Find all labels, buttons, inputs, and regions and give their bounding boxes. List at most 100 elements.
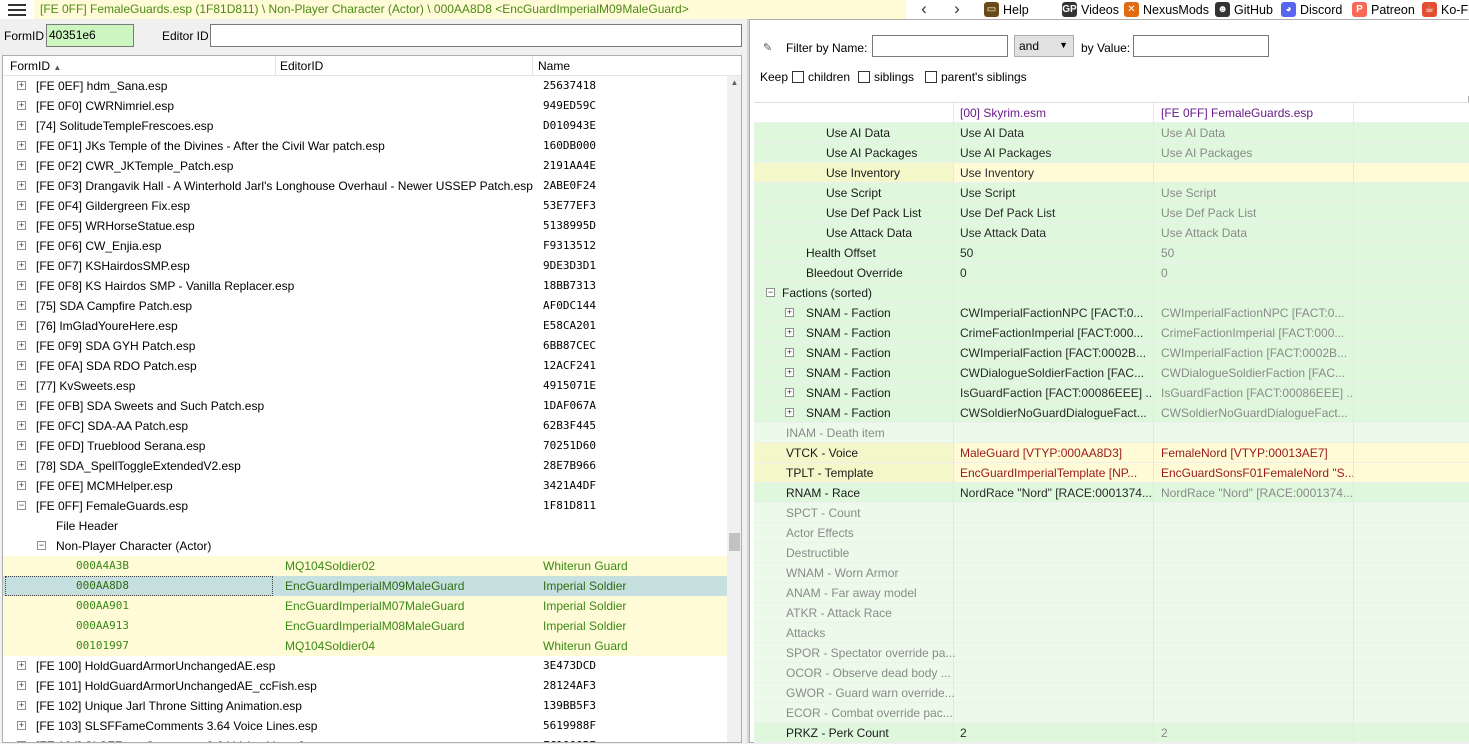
grid-row[interactable]: − Factions (sorted) (754, 283, 1469, 303)
expand-icon[interactable]: + (17, 721, 26, 730)
expand-icon[interactable]: + (17, 81, 26, 90)
value-femaleguards[interactable]: CWDialogueSoldierFaction [FAC... (1154, 363, 1354, 383)
help-link[interactable]: ▭ Help (984, 0, 1029, 19)
value-skyrim[interactable] (954, 683, 1154, 703)
tree-row[interactable]: + [FE 0FB] SDA Sweets and Such Patch.esp 1… (3, 396, 727, 416)
value-skyrim[interactable]: Use Def Pack List (954, 203, 1154, 223)
expand-icon[interactable]: + (17, 401, 26, 410)
value-skyrim[interactable] (954, 703, 1154, 723)
expand-icon[interactable]: + (17, 161, 26, 170)
expand-icon[interactable]: + (17, 341, 26, 350)
scroll-up-icon[interactable]: ▲ (727, 78, 741, 87)
expand-icon[interactable]: + (17, 141, 26, 150)
value-femaleguards[interactable]: Use AI Data (1154, 123, 1354, 143)
value-skyrim[interactable]: CrimeFactionImperial [FACT:000... (954, 323, 1154, 343)
menu-icon[interactable] (6, 2, 28, 17)
value-skyrim[interactable]: IsGuardFaction [FACT:00086EEE] ... (954, 383, 1154, 403)
videos-link[interactable]: GP Videos (1062, 0, 1119, 19)
expand-icon[interactable]: + (17, 221, 26, 230)
and-or-select[interactable]: and ▼ (1014, 35, 1074, 57)
value-femaleguards[interactable]: Use Def Pack List (1154, 203, 1354, 223)
value-skyrim[interactable]: 50 (954, 243, 1154, 263)
expand-icon[interactable]: + (17, 201, 26, 210)
tree-row[interactable]: + [78] SDA_SpellToggleExtendedV2.esp 28E7B… (3, 456, 727, 476)
expand-icon[interactable]: + (785, 308, 794, 317)
tree-row[interactable]: + [FE 0F3] Drangavik Hall - A Winterhold … (3, 176, 727, 196)
grid-row[interactable]: Use Inventory Use Inventory (754, 163, 1469, 183)
value-femaleguards[interactable]: CWSoldierNoGuardDialogueFact... (1154, 403, 1354, 423)
siblings-checkbox[interactable]: siblings (858, 70, 914, 84)
value-femaleguards[interactable]: Use Script (1154, 183, 1354, 203)
tree-row[interactable]: + [FE 0F1] JKs Temple of the Divines - Af… (3, 136, 727, 156)
value-skyrim[interactable]: Use Attack Data (954, 223, 1154, 243)
tree-row[interactable]: + [FE 0F4] Gildergreen Fix.esp 53E77EF3 (3, 196, 727, 216)
expand-icon[interactable]: + (17, 281, 26, 290)
value-skyrim[interactable]: MaleGuard [VTYP:000AA8D3] (954, 443, 1154, 463)
expand-icon[interactable]: + (785, 328, 794, 337)
expand-icon[interactable]: + (785, 388, 794, 397)
tree-row[interactable]: + [75] SDA Campfire Patch.esp AF0DC144 (3, 296, 727, 316)
value-skyrim[interactable]: NordRace "Nord" [RACE:0001374... (954, 483, 1154, 503)
value-skyrim[interactable]: CWImperialFactionNPC [FACT:0... (954, 303, 1154, 323)
tree-row[interactable]: − [FE 0FF] FemaleGuards.esp 1F81D811 (3, 496, 727, 516)
value-skyrim[interactable] (954, 283, 1154, 303)
grid-header-skyrim[interactable]: [00] Skyrim.esm (954, 103, 1154, 123)
value-femaleguards[interactable] (1154, 423, 1354, 443)
tree-row[interactable]: + [FE 0F6] CW_Enjia.esp F9313512 (3, 236, 727, 256)
value-skyrim[interactable]: 2 (954, 723, 1154, 743)
grid-row[interactable]: Destructible (754, 543, 1469, 563)
formid-input[interactable]: 40351e6 (46, 24, 134, 47)
grid-row[interactable]: ANAM - Far away model (754, 583, 1469, 603)
value-femaleguards[interactable]: CWImperialFaction [FACT:0002B... (1154, 343, 1354, 363)
pin-icon[interactable]: ✎ (763, 41, 772, 54)
value-skyrim[interactable] (954, 543, 1154, 563)
tree-row[interactable]: + [FE 0F8] KS Hairdos SMP - Vanilla Repla… (3, 276, 727, 296)
tree-row[interactable]: + [FE 0FD] Trueblood Serana.esp 70251D60 (3, 436, 727, 456)
value-skyrim[interactable] (954, 643, 1154, 663)
children-checkbox[interactable]: children (792, 70, 850, 84)
expand-icon[interactable]: + (17, 461, 26, 470)
grid-row[interactable]: ATKR - Attack Race (754, 603, 1469, 623)
tree-row[interactable]: + [FE 0EF] hdm_Sana.esp 25637418 (3, 76, 727, 96)
tree-row[interactable]: + [74] SolitudeTempleFrescoes.esp D010943E (3, 116, 727, 136)
value-femaleguards[interactable] (1154, 503, 1354, 523)
value-femaleguards[interactable] (1154, 563, 1354, 583)
expand-icon[interactable]: + (17, 121, 26, 130)
scroll-thumb[interactable] (729, 533, 740, 551)
grid-row[interactable]: ECOR - Combat override pac... (754, 703, 1469, 723)
tree-row[interactable]: + [77] KvSweets.esp 4915071E (3, 376, 727, 396)
grid-row[interactable]: INAM - Death item (754, 423, 1469, 443)
tree-row[interactable]: + [FE 0FC] SDA-AA Patch.esp 62B3F445 (3, 416, 727, 436)
grid-row[interactable]: Actor Effects (754, 523, 1469, 543)
col-header-name[interactable]: Name (538, 59, 570, 73)
grid-row[interactable]: Use Script Use Script Use Script (754, 183, 1469, 203)
value-skyrim[interactable] (954, 583, 1154, 603)
col-header-editorid[interactable]: EditorID (280, 59, 323, 73)
value-skyrim[interactable]: Use Inventory (954, 163, 1154, 183)
value-femaleguards[interactable] (1154, 543, 1354, 563)
expand-icon[interactable]: + (17, 661, 26, 670)
record-row[interactable]: 000AA901 EncGuardImperialM07MaleGuard Impe… (3, 596, 727, 616)
value-skyrim[interactable] (954, 603, 1154, 623)
forward-button[interactable]: › (947, 0, 967, 18)
expand-icon[interactable]: + (17, 381, 26, 390)
value-femaleguards[interactable]: CWImperialFactionNPC [FACT:0... (1154, 303, 1354, 323)
expand-icon[interactable]: + (17, 481, 26, 490)
tree-row[interactable]: + [76] ImGladYoureHere.esp E58CA201 (3, 316, 727, 336)
value-femaleguards[interactable]: Use Attack Data (1154, 223, 1354, 243)
value-femaleguards[interactable]: Use AI Packages (1154, 143, 1354, 163)
expand-icon[interactable]: + (17, 241, 26, 250)
grid-row[interactable]: Attacks (754, 623, 1469, 643)
editorid-input[interactable] (210, 24, 742, 47)
grid-row[interactable]: Use AI Data Use AI Data Use AI Data (754, 123, 1469, 143)
ko-fi-link[interactable]: ☕ Ko-Fi (1422, 0, 1469, 19)
record-row[interactable]: 00101997 MQ104Soldier04 Whiterun Guard (3, 636, 727, 656)
value-femaleguards[interactable] (1154, 583, 1354, 603)
grid-row[interactable]: Use AI Packages Use AI Packages Use AI Pac… (754, 143, 1469, 163)
discord-link[interactable]: ◕ Discord (1281, 0, 1342, 19)
nexusmods-link[interactable]: ✕ NexusMods (1124, 0, 1209, 19)
record-row[interactable]: 000A4A3B MQ104Soldier02 Whiterun Guard (3, 556, 727, 576)
value-skyrim[interactable]: CWSoldierNoGuardDialogueFact... (954, 403, 1154, 423)
expand-icon[interactable]: + (17, 421, 26, 430)
expand-icon[interactable]: + (785, 368, 794, 377)
